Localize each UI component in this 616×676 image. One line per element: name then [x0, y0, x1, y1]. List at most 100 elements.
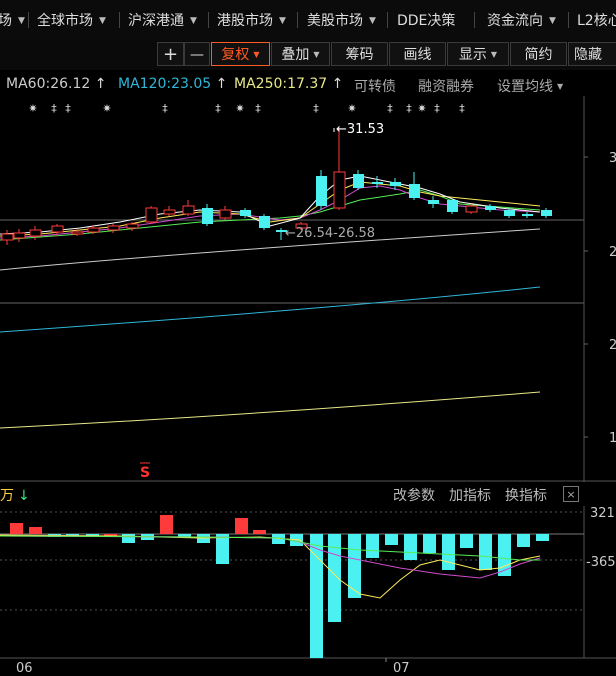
- candle-body: [219, 209, 232, 219]
- candle-body: [163, 209, 176, 215]
- candle-body: [87, 227, 100, 233]
- indicator-title: 万 ↓: [0, 488, 30, 504]
- menu-divider: [387, 12, 388, 28]
- convert-bond-link[interactable]: 可转债: [354, 76, 396, 96]
- candle-body: [51, 225, 64, 233]
- event-marker[interactable]: ‡: [434, 102, 440, 115]
- chevron-down-icon: ▼: [190, 16, 197, 26]
- event-marker[interactable]: ‡: [459, 102, 465, 115]
- event-marker[interactable]: ‡: [313, 102, 319, 115]
- zoom-out-button[interactable]: —: [184, 42, 210, 66]
- event-marker[interactable]: ✷: [102, 102, 111, 115]
- menu-divider: [119, 12, 120, 28]
- chips-button[interactable]: 筹码: [331, 42, 388, 66]
- event-marker[interactable]: ‡: [406, 102, 412, 115]
- chevron-down-icon: ▼: [18, 16, 25, 26]
- ma250-line: [0, 391, 541, 429]
- event-marker-s[interactable]: S: [140, 465, 150, 481]
- indicator-bar: [442, 534, 455, 570]
- candle-body: [447, 200, 458, 212]
- candle-body: [259, 216, 270, 228]
- candle-body: [182, 205, 195, 215]
- ma250-value: MA250:17.37 ↑: [234, 76, 344, 92]
- candle-body: [465, 205, 478, 213]
- overlay-button[interactable]: 叠加 ▼: [271, 42, 330, 66]
- event-marker[interactable]: ‡: [162, 102, 168, 115]
- indicator-bar: [253, 530, 266, 534]
- candle-body: [372, 182, 383, 184]
- menu-us-stocks[interactable]: 美股市场 ▼: [307, 10, 376, 32]
- close-icon[interactable]: ×: [563, 486, 579, 502]
- ind-y-label: 321: [590, 506, 615, 521]
- simple-button[interactable]: 简约: [510, 42, 567, 66]
- chevron-down-icon: ▼: [313, 50, 320, 59]
- indicator-bar: [460, 534, 473, 548]
- y-tick-label: 2: [609, 338, 616, 353]
- menu-capital-flow[interactable]: 资金流向 ▼: [487, 10, 556, 32]
- event-marker[interactable]: ✷: [347, 102, 356, 115]
- event-marker[interactable]: ‡: [387, 102, 393, 115]
- edit-params-button[interactable]: 改参数: [393, 485, 435, 505]
- chevron-down-icon: ▼: [253, 50, 260, 59]
- indicator-bar: [423, 534, 436, 553]
- candle-body: [13, 232, 26, 239]
- ma-legend-bar: MA60:26.12 ↑ MA120:23.05 ↑ MA250:17.37 ↑…: [0, 74, 616, 96]
- kline-chart[interactable]: ✷ ‡ ‡ ✷ ‡ ‡ ✷ ‡ ‡ ✷ ‡ ‡ ✷ ‡ ‡ ←31.53 ←26.54-26.58 3 2 …: [0, 96, 616, 482]
- draw-line-button[interactable]: 画线: [389, 42, 446, 66]
- fuquan-button[interactable]: 复权 ▼: [211, 42, 270, 66]
- menu-divider: [474, 12, 475, 28]
- menu-divider: [297, 12, 298, 28]
- switch-indicator-button[interactable]: 换指标: [505, 485, 547, 505]
- menu-l2-core[interactable]: L2核心: [577, 10, 616, 32]
- candle-body: [428, 200, 439, 204]
- menu-market-partial[interactable]: 场 ▼: [0, 10, 25, 32]
- indicator-bar: [160, 515, 173, 534]
- event-marker[interactable]: ‡: [51, 102, 57, 115]
- indicator-bar: [517, 534, 530, 547]
- event-marker[interactable]: ‡: [255, 102, 261, 115]
- candle-body: [409, 184, 420, 198]
- chart-toolbar: + — 复权 ▼ 叠加 ▼ 筹码 画线 显示 ▼ 简约 隐藏: [0, 40, 616, 70]
- event-marker[interactable]: ‡: [215, 102, 221, 115]
- menu-hk-stocks[interactable]: 港股市场 ▼: [217, 10, 286, 32]
- candle-body: [390, 182, 401, 186]
- candle-body: [522, 214, 533, 216]
- chevron-down-icon: ▼: [279, 16, 286, 26]
- indicator-bar: [235, 518, 248, 534]
- arrow-down-icon: ↓: [18, 488, 30, 504]
- candle-body: [316, 176, 327, 206]
- menu-divider: [208, 12, 209, 28]
- top-menu: 场 ▼ 全球市场 ▼ 沪深港通 ▼ 港股市场 ▼ 美股市场 ▼ DDE决策 资金流向 ▼ L…: [0, 0, 616, 41]
- chevron-down-icon: ▼: [369, 16, 376, 26]
- ma60-line: [0, 228, 541, 271]
- range-annotation: ←26.54-26.58: [285, 226, 375, 241]
- candle-body: [333, 171, 346, 209]
- display-button[interactable]: 显示 ▼: [447, 42, 509, 66]
- event-marker[interactable]: ✷: [235, 102, 244, 115]
- ind-y-label: -365: [586, 555, 616, 570]
- candle-body: [202, 208, 213, 224]
- indicator-chart[interactable]: 321 -365 06 07: [0, 506, 616, 676]
- indicator-bar: [29, 527, 42, 534]
- menu-global-market[interactable]: 全球市场 ▼: [37, 10, 106, 32]
- hide-button[interactable]: 隐藏: [568, 42, 616, 66]
- indicator-line-yellow: [0, 534, 541, 599]
- event-marker[interactable]: ✷: [28, 102, 37, 115]
- candle-body: [353, 174, 364, 188]
- zoom-in-button[interactable]: +: [157, 42, 184, 66]
- event-marker[interactable]: ‡: [65, 102, 71, 115]
- candle-body: [1, 233, 14, 241]
- margin-trading-link[interactable]: 融资融券: [418, 76, 474, 96]
- chevron-down-icon: ▼: [549, 16, 556, 26]
- add-indicator-button[interactable]: 加指标: [449, 485, 491, 505]
- menu-hk-connect[interactable]: 沪深港通 ▼: [128, 10, 197, 32]
- menu-divider: [568, 12, 569, 28]
- set-ma-button[interactable]: 设置均线 ▼: [497, 76, 563, 96]
- candle-body: [29, 229, 42, 237]
- chevron-down-icon: ▼: [557, 82, 564, 91]
- menu-dde[interactable]: DDE决策: [397, 10, 455, 32]
- candle-body: [541, 210, 552, 216]
- ma120-value: MA120:23.05 ↑: [118, 76, 228, 92]
- indicator-bar: [197, 534, 210, 543]
- event-marker[interactable]: ✷: [417, 102, 426, 115]
